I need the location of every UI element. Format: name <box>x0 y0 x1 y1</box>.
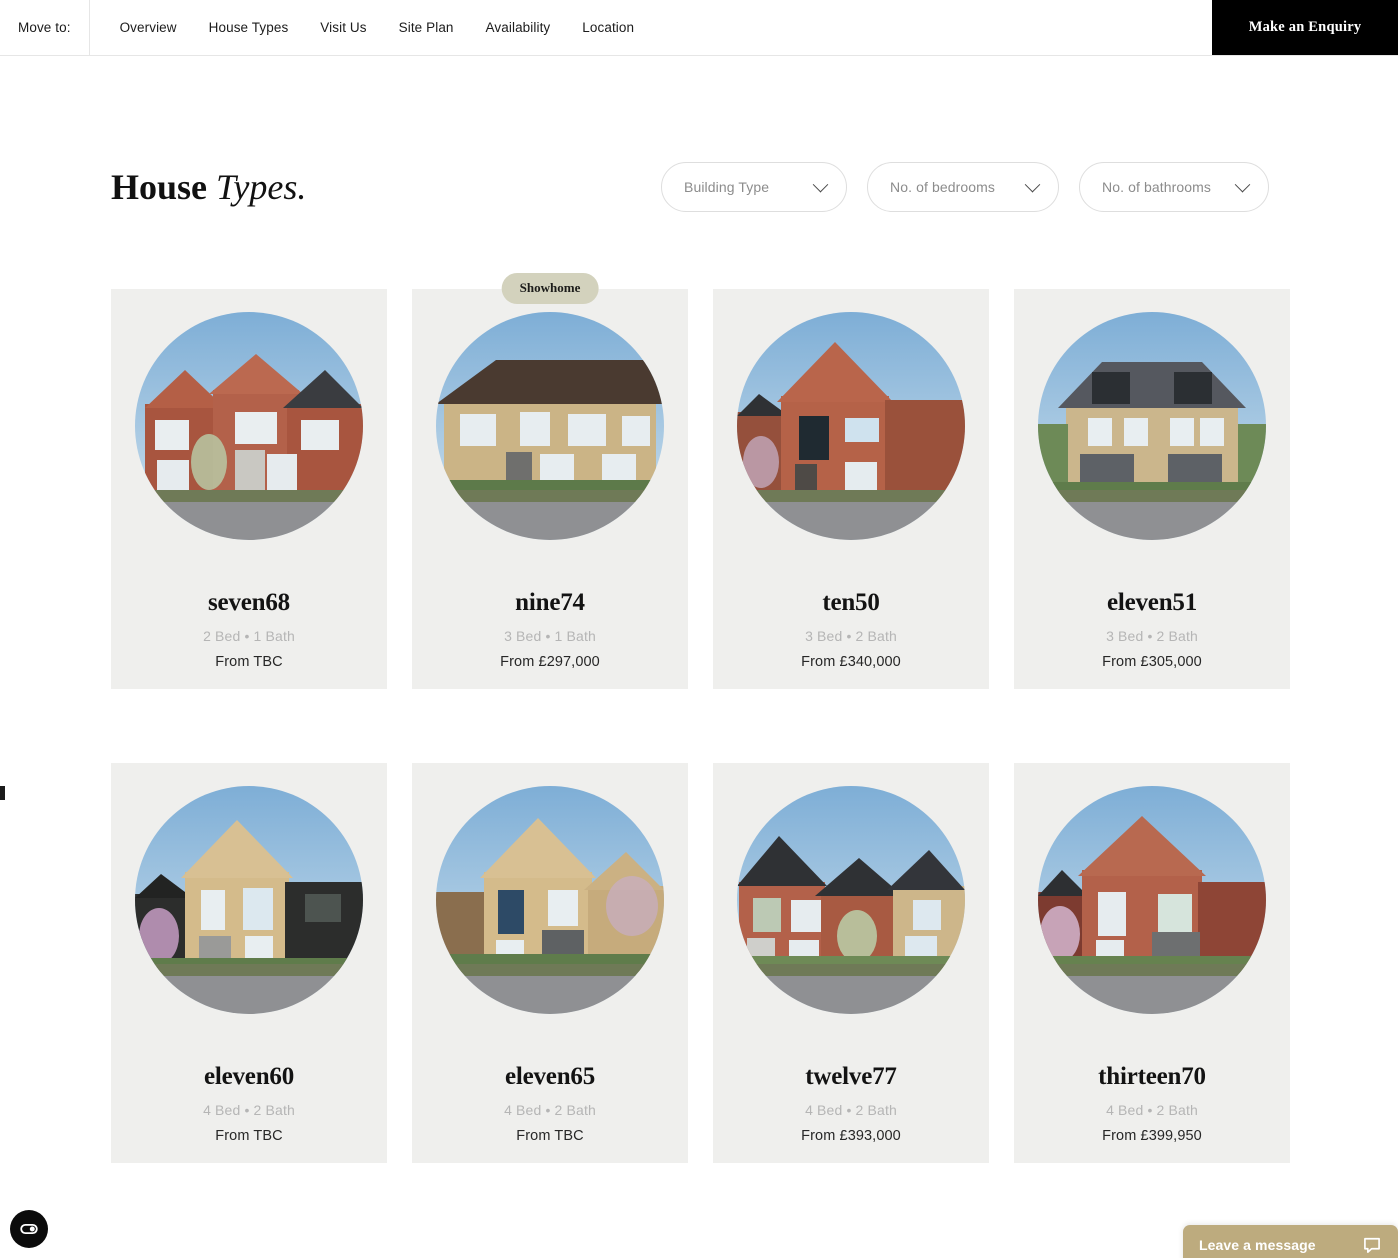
page-header-row: House Types. Building Type No. of bedroo… <box>111 156 1269 218</box>
house-thumbnail-image <box>1038 786 1266 1014</box>
house-thumbnail-image <box>737 312 965 540</box>
house-type-price: From TBC <box>215 654 283 670</box>
accessibility-toggle-icon[interactable] <box>10 1210 48 1248</box>
page-title: House Types. <box>111 169 306 205</box>
nav-link-location[interactable]: Location <box>566 0 650 55</box>
house-type-specs: 4 Bed • 2 Bath <box>1106 1102 1198 1118</box>
filter-building-type[interactable]: Building Type <box>661 162 847 212</box>
house-types-grid: seven68 2 Bed • 1 Bath From TBC Showhome nin… <box>111 273 1290 1163</box>
make-an-enquiry-button[interactable]: Make an Enquiry <box>1212 0 1398 55</box>
house-type-specs: 2 Bed • 1 Bath <box>203 628 295 644</box>
house-type-price: From £393,000 <box>801 1128 901 1144</box>
house-type-price: From £399,950 <box>1102 1128 1202 1144</box>
house-type-price: From £340,000 <box>801 654 901 670</box>
chevron-down-icon <box>812 176 829 192</box>
house-thumbnail-image <box>135 312 363 540</box>
chat-widget-label: Leave a message <box>1199 1237 1316 1253</box>
filter-bathrooms[interactable]: No. of bathrooms <box>1079 162 1269 212</box>
house-type-specs: 3 Bed • 1 Bath <box>504 628 596 644</box>
nav-links: Overview House Types Visit Us Site Plan … <box>90 0 651 55</box>
house-type-card[interactable]: thirteen70 4 Bed • 2 Bath From £399,950 <box>1014 763 1290 1163</box>
house-type-specs: 3 Bed • 2 Bath <box>805 628 897 644</box>
nav-link-overview[interactable]: Overview <box>104 0 193 55</box>
house-type-name: twelve77 <box>805 1063 897 1090</box>
nav-link-house-types[interactable]: House Types <box>193 0 305 55</box>
house-type-specs: 4 Bed • 2 Bath <box>805 1102 897 1118</box>
house-type-price: From £297,000 <box>500 654 600 670</box>
house-thumbnail-image <box>436 312 664 540</box>
nav-link-availability[interactable]: Availability <box>470 0 567 55</box>
house-type-name: nine74 <box>515 589 585 616</box>
house-type-name: seven68 <box>208 589 290 616</box>
house-type-card[interactable]: ten50 3 Bed • 2 Bath From £340,000 <box>713 289 989 689</box>
house-type-card[interactable]: eleven51 3 Bed • 2 Bath From £305,000 <box>1014 289 1290 689</box>
nav-link-visit-us[interactable]: Visit Us <box>304 0 382 55</box>
house-type-price: From £305,000 <box>1102 654 1202 670</box>
house-thumbnail-image <box>737 786 965 1014</box>
filter-bedrooms-label: No. of bedrooms <box>890 179 995 195</box>
house-type-name: eleven51 <box>1106 589 1198 616</box>
page-title-bold: House <box>111 167 217 207</box>
filter-bedrooms[interactable]: No. of bedrooms <box>867 162 1059 212</box>
house-type-name: thirteen70 <box>1098 1063 1206 1090</box>
house-type-card[interactable]: eleven60 4 Bed • 2 Bath From TBC <box>111 763 387 1163</box>
house-type-card[interactable]: twelve77 4 Bed • 2 Bath From £393,000 <box>713 763 989 1163</box>
house-thumbnail-image <box>135 786 363 1014</box>
house-type-name: ten50 <box>822 589 880 616</box>
house-type-price: From TBC <box>215 1128 283 1144</box>
house-type-card[interactable]: seven68 2 Bed • 1 Bath From TBC <box>111 289 387 689</box>
page-edge-artifact <box>0 786 5 800</box>
filter-controls: Building Type No. of bedrooms No. of bat… <box>661 162 1269 212</box>
house-type-name: eleven60 <box>203 1063 295 1090</box>
house-type-specs: 4 Bed • 2 Bath <box>203 1102 295 1118</box>
house-type-card[interactable]: Showhome nine74 3 Bed • 1 Bath From £297,00… <box>412 273 688 689</box>
showhome-badge: Showhome <box>501 273 599 304</box>
move-to-label: Move to: <box>0 0 90 55</box>
house-type-card[interactable]: eleven65 4 Bed • 2 Bath From TBC <box>412 763 688 1163</box>
filter-building-type-label: Building Type <box>684 179 770 195</box>
chat-bubble-icon <box>1362 1235 1382 1255</box>
chevron-down-icon <box>1024 176 1041 192</box>
house-type-specs: 4 Bed • 2 Bath <box>504 1102 596 1118</box>
nav-link-site-plan[interactable]: Site Plan <box>383 0 470 55</box>
house-thumbnail-image <box>436 786 664 1014</box>
chevron-down-icon <box>1234 176 1251 192</box>
top-navigation-bar: Move to: Overview House Types Visit Us S… <box>0 0 1398 56</box>
page-title-italic: Types. <box>216 167 307 207</box>
house-type-price: From TBC <box>516 1128 584 1144</box>
house-type-specs: 3 Bed • 2 Bath <box>1106 628 1198 644</box>
filter-bathrooms-label: No. of bathrooms <box>1102 179 1211 195</box>
house-thumbnail-image <box>1038 312 1266 540</box>
house-type-name: eleven65 <box>504 1063 596 1090</box>
chat-widget-bar[interactable]: Leave a message <box>1183 1225 1398 1258</box>
